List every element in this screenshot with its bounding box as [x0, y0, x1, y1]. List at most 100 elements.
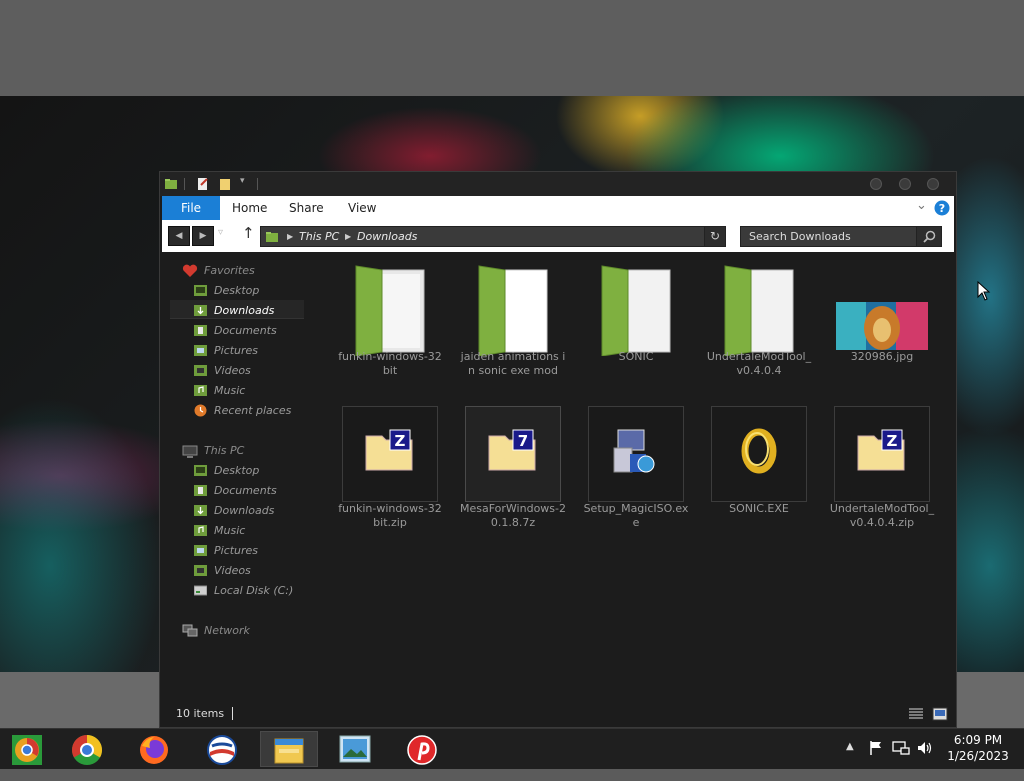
action-center-flag-icon[interactable]: [868, 740, 884, 756]
file-name: UndertaleModTool_v0.4.0.4.zip: [829, 502, 935, 529]
folder-app-icon: [165, 179, 177, 189]
address-bar[interactable]: ▶ This PC ▶ Downloads: [260, 226, 724, 247]
chevron-down-icon[interactable]: ▾: [240, 176, 245, 186]
tab-view[interactable]: View: [348, 196, 376, 220]
firefox-icon: [140, 736, 168, 764]
status-separator: [232, 707, 233, 720]
navigation-bar: ◀ ▶ ▿ ↑ ▶ This PC ▶ Downloads ↻: [162, 220, 954, 252]
zip-archive-icon: Z: [365, 429, 413, 471]
downloads-icon: [194, 305, 207, 316]
heart-icon: [182, 264, 198, 277]
network-icon: [182, 624, 198, 637]
nav-pc-local-disk[interactable]: Local Disk (C:): [194, 582, 293, 600]
opera-icon: [207, 735, 237, 765]
file-name: UndertaleModTool_v0.4.0.4: [706, 350, 812, 377]
status-bar: 10 items: [160, 702, 956, 728]
nav-favorites-recent-places[interactable]: Recent places: [194, 402, 291, 420]
chrome-canary-icon: [12, 735, 42, 765]
nav-pc-downloads[interactable]: Downloads: [194, 502, 274, 520]
file-list: funkin-windows-32bit jaiden animations i…: [330, 256, 950, 696]
taskbar-chrome-canary-button[interactable]: [0, 731, 58, 767]
nav-favorites-pictures[interactable]: Pictures: [194, 342, 258, 360]
network-icon[interactable]: [892, 740, 910, 756]
taskbar-opera-button[interactable]: [194, 731, 252, 767]
details-view-icon[interactable]: [908, 707, 924, 721]
file-name: 320986.jpg: [850, 350, 914, 363]
nav-favorites-videos[interactable]: Videos: [194, 362, 251, 380]
nav-network[interactable]: Network: [204, 622, 250, 640]
forward-button[interactable]: ▶: [192, 226, 214, 246]
recent-locations-icon[interactable]: ▿: [218, 227, 223, 238]
minimize-button[interactable]: [870, 178, 882, 190]
folder-icon: [266, 232, 278, 242]
computer-icon: [182, 445, 198, 458]
file-name: funkin-windows-32bit.zip: [338, 502, 442, 529]
nav-pc-music[interactable]: Music: [194, 522, 245, 540]
file-name: SONIC.EXE: [729, 502, 789, 515]
nav-pc-documents[interactable]: Documents: [194, 482, 277, 500]
volume-icon[interactable]: [916, 740, 934, 756]
search-button[interactable]: [916, 226, 942, 247]
tab-share[interactable]: Share: [289, 196, 324, 220]
pictures-icon: [194, 545, 207, 556]
taskbar-chrome-button[interactable]: [58, 731, 116, 767]
title-bar[interactable]: ▾: [160, 172, 956, 196]
nav-favorites-downloads[interactable]: Downloads: [194, 302, 274, 320]
help-icon[interactable]: ?: [934, 200, 950, 216]
folder-icon: [724, 265, 794, 356]
videos-icon: [194, 365, 207, 376]
breadcrumb-separator-icon[interactable]: ▶: [287, 227, 293, 246]
installer-icon: [613, 429, 655, 473]
large-icons-view-icon[interactable]: [932, 707, 948, 721]
tab-file[interactable]: File: [162, 196, 220, 220]
taskbar: ▲ 6:09 PM 1/26/2023: [0, 728, 1024, 769]
nav-pc-pictures[interactable]: Pictures: [194, 542, 258, 560]
documents-icon: [194, 325, 207, 336]
nav-favorites-music[interactable]: Music: [194, 382, 245, 400]
clock-date: 1/26/2023: [947, 749, 1009, 763]
folder-icon: [355, 265, 425, 356]
nav-favorites[interactable]: Favorites: [204, 262, 255, 280]
refresh-button[interactable]: ↻: [704, 226, 726, 247]
breadcrumb-this-pc[interactable]: This PC: [299, 227, 339, 246]
clock[interactable]: 6:09 PM 1/26/2023: [938, 732, 1018, 764]
tab-home[interactable]: Home: [232, 196, 267, 220]
properties-icon[interactable]: [196, 177, 210, 191]
maximize-button[interactable]: [899, 178, 911, 190]
nav-pc-desktop[interactable]: Desktop: [194, 462, 259, 480]
file-explorer-icon: [274, 738, 304, 764]
taskbar-pinterest-button[interactable]: [394, 731, 452, 767]
new-folder-icon[interactable]: [218, 177, 232, 191]
pictures-icon: [194, 345, 207, 356]
desktop-icon: [194, 465, 207, 476]
videos-icon: [194, 565, 207, 576]
breadcrumb-downloads[interactable]: Downloads: [357, 227, 417, 246]
navigation-pane: Favorites Desktop Downloads Documents Pi…: [160, 256, 320, 696]
nav-favorites-documents[interactable]: Documents: [194, 322, 277, 340]
svg-text:Z: Z: [887, 432, 898, 450]
chrome-icon: [71, 735, 103, 765]
breadcrumb-separator-icon[interactable]: ▶: [345, 227, 351, 246]
expand-ribbon-icon[interactable]: ⌄: [916, 198, 927, 213]
up-arrow-icon[interactable]: ↑: [242, 224, 255, 242]
search-input[interactable]: [740, 226, 942, 247]
file-name: jaiden animations in sonic exe mod: [460, 350, 566, 377]
nav-favorites-desktop[interactable]: Desktop: [194, 282, 259, 300]
taskbar-firefox-button[interactable]: [126, 731, 184, 767]
show-hidden-icons-icon[interactable]: ▲: [846, 741, 854, 781]
back-button[interactable]: ◀: [168, 226, 190, 246]
music-icon: [194, 385, 207, 396]
desktop-icon: [194, 285, 207, 296]
nav-pc-videos[interactable]: Videos: [194, 562, 251, 580]
close-button[interactable]: [927, 178, 939, 190]
clock-time: 6:09 PM: [953, 733, 1003, 747]
recent-places-icon: [194, 404, 207, 417]
taskbar-photos-button[interactable]: [326, 731, 384, 767]
photos-icon: [339, 735, 371, 763]
search-icon: [923, 230, 936, 243]
pinterest-icon: [407, 735, 437, 765]
nav-this-pc[interactable]: This PC: [204, 442, 244, 460]
svg-text:?: ?: [939, 202, 945, 215]
music-icon: [194, 525, 207, 536]
taskbar-file-explorer-button[interactable]: [260, 731, 318, 767]
